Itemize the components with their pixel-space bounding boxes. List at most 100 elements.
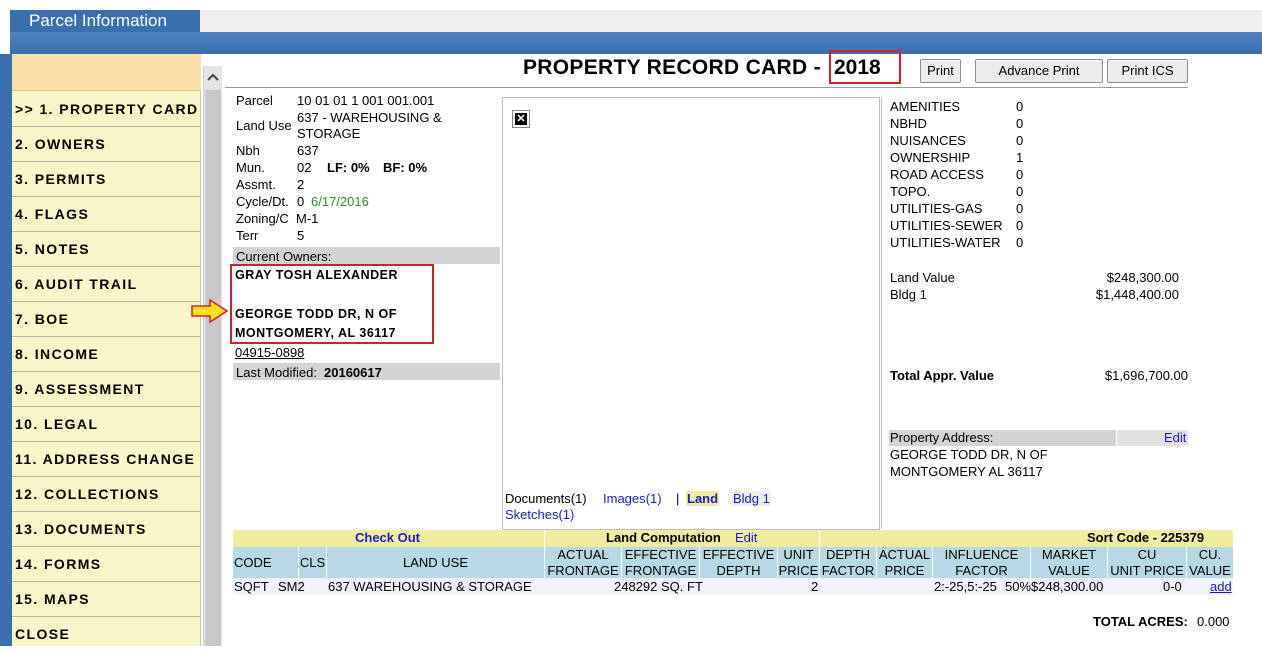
owner-address-line1: GEORGE TODD DR, N OF [235,307,397,321]
last-modified-value: 20160617 [324,365,382,380]
adj-ownership-label: OWNERSHIP [890,150,971,165]
right-panel-divider [881,97,882,529]
current-owners-label: Current Owners: [236,249,332,264]
property-address-label: Property Address: [890,430,994,445]
nbh-label: Nbh [236,143,260,158]
sidebar-item-address-change[interactable]: 11. ADDRESS CHANGE [12,442,201,477]
adj-utilities-gas-value: 0 [1016,201,1024,216]
zoning-value: M-1 [296,211,319,226]
sidebar-item-income[interactable]: 8. INCOME [12,337,201,372]
row-add-link[interactable]: add [1210,579,1232,594]
check-out-link[interactable]: Check Out [355,530,420,545]
owner-name: GRAY TOSH ALEXANDER [235,268,399,282]
land-computation-title: Land Computation [606,530,721,545]
bldg-value: $1,448,400.00 [1095,287,1179,302]
sidebar-item-permits[interactable]: 3. PERMITS [12,162,201,197]
sidebar-item-owners[interactable]: 2. OWNERS [12,127,201,162]
col-depth-factor-2: FACTOR [821,563,875,578]
images-link[interactable]: Images(1) [603,491,662,506]
top-strip [0,0,1262,10]
row-influence-pct: 50% [1005,579,1032,594]
last-modified-label: Last Modified: [236,365,317,380]
sketches-link[interactable]: Sketches(1) [505,507,574,522]
col-market-value-2: VALUE [1048,563,1090,578]
land-value: $248,300.00 [1106,270,1179,285]
adj-ownership-value: 1 [1016,150,1024,165]
cycle-value: 0 [297,194,305,209]
sidebar-item-assessment[interactable]: 9. ASSESSMENT [12,372,201,407]
bf-value: BF: 0% [383,160,428,175]
row-influence: 2:-25,5:-25 [934,579,997,594]
lf-value: LF: 0% [327,160,370,175]
col-land-use: LAND USE [402,555,469,570]
property-address-edit-link[interactable]: Edit [1164,430,1186,445]
sidebar-item-flags[interactable]: 4. FLAGS [12,197,201,232]
sidebar-item-notes[interactable]: 5. NOTES [12,232,201,267]
owner-address-line2: MONTGOMERY, AL 36117 [235,326,396,340]
bldg-1-tab[interactable]: Bldg 1 [732,491,771,506]
col-influence-factor-1: INFLUENCE [944,547,1019,562]
land-computation-edit-link[interactable]: Edit [735,530,757,545]
page-title: PROPERTY RECORD CARD - [523,56,821,79]
sidebar-item-documents[interactable]: 13. DOCUMENTS [12,512,201,547]
adj-nbhd-value: 0 [1016,116,1024,131]
row-market-value: $248,300.00 [1031,579,1104,594]
adj-amenities-value: 0 [1016,99,1024,114]
row-frontage: 248292 SQ. FT [614,579,703,594]
col-unit-price-2: PRICE [778,563,819,578]
col-actual-frontage-2: FRONTAGE [547,563,619,578]
property-address-line1: GEORGE TODD DR, N OF [890,447,1048,462]
adj-topo-value: 0 [1016,184,1024,199]
land-tab[interactable]: Land [686,491,720,506]
adj-road-access-value: 0 [1016,167,1024,182]
assmt-value: 2 [297,177,305,192]
total-acres-value: 0.000 [1197,614,1230,629]
owner-id-link[interactable]: 04915-0898 [235,345,304,360]
yellow-arrow-icon [190,298,230,324]
parcel-information-tab[interactable]: Parcel Information [10,10,200,32]
terr-value: 5 [297,228,305,243]
sidebar-item-audit-trail[interactable]: 6. AUDIT TRAIL [12,267,201,302]
total-appr-value: $1,696,700.00 [1104,368,1188,383]
sidebar-item-close[interactable]: CLOSE [12,617,201,652]
sidebar-item-forms[interactable]: 14. FORMS [12,547,201,582]
parcel-value: 10 01 01 1 001 001.001 [297,93,435,108]
documents-link[interactable]: Documents(1) [505,491,587,506]
land-use-value-line1: 637 - WAREHOUSING & [297,110,442,125]
col-cu-value-1: CU. [1198,547,1222,562]
advance-print-button[interactable]: Advance Print [975,59,1103,83]
adj-nbhd-label: NBHD [890,116,927,131]
col-cu-value-2: VALUE [1189,563,1231,578]
col-unit-price-1: UNIT [783,547,814,562]
header-band [10,32,1262,54]
adj-nuisances-label: NUISANCES [890,133,966,148]
sidebar-item-maps[interactable]: 15. MAPS [12,582,201,617]
col-actual-price-1: ACTUAL [878,547,931,562]
sidebar-item-collections[interactable]: 12. COLLECTIONS [12,477,201,512]
col-market-value-1: MARKET [1041,547,1097,562]
row-code: SQFT [234,579,269,594]
land-use-value-line2: STORAGE [297,126,361,141]
sidebar-item-legal[interactable]: 10. LEGAL [12,407,201,442]
sidebar-item-property-card[interactable]: >> 1. PROPERTY CARD [12,92,201,127]
adj-topo-label: TOPO. [890,184,931,199]
image-placeholder-x-icon: ✕ [515,113,527,125]
cycle-label: Cycle/Dt. [236,194,289,209]
row-land-use: 637 WAREHOUSING & STORAGE [328,579,532,594]
header-background [200,10,1262,32]
card-year: 2018 [834,56,881,79]
scroll-up-icon[interactable] [203,68,222,88]
adj-utilities-sewer-value: 0 [1016,218,1024,233]
assmt-label: Assmt. [236,177,276,192]
zoning-label: Zoning/C [236,211,289,226]
scrollbar-thumb[interactable] [205,90,221,646]
adj-utilities-water-value: 0 [1016,235,1024,250]
sidebar-item-boe[interactable]: 7. BOE [12,302,201,337]
print-button[interactable]: Print [920,59,961,83]
land-value-label: Land Value [890,270,955,285]
sidebar-nav: >> 1. PROPERTY CARD 2. OWNERS 3. PERMITS… [12,54,201,646]
media-separator: | [676,491,680,506]
property-address-line2: MONTGOMERY AL 36117 [890,464,1043,479]
col-effective-depth-2: DEPTH [716,563,761,578]
print-ics-button[interactable]: Print ICS [1107,59,1188,83]
